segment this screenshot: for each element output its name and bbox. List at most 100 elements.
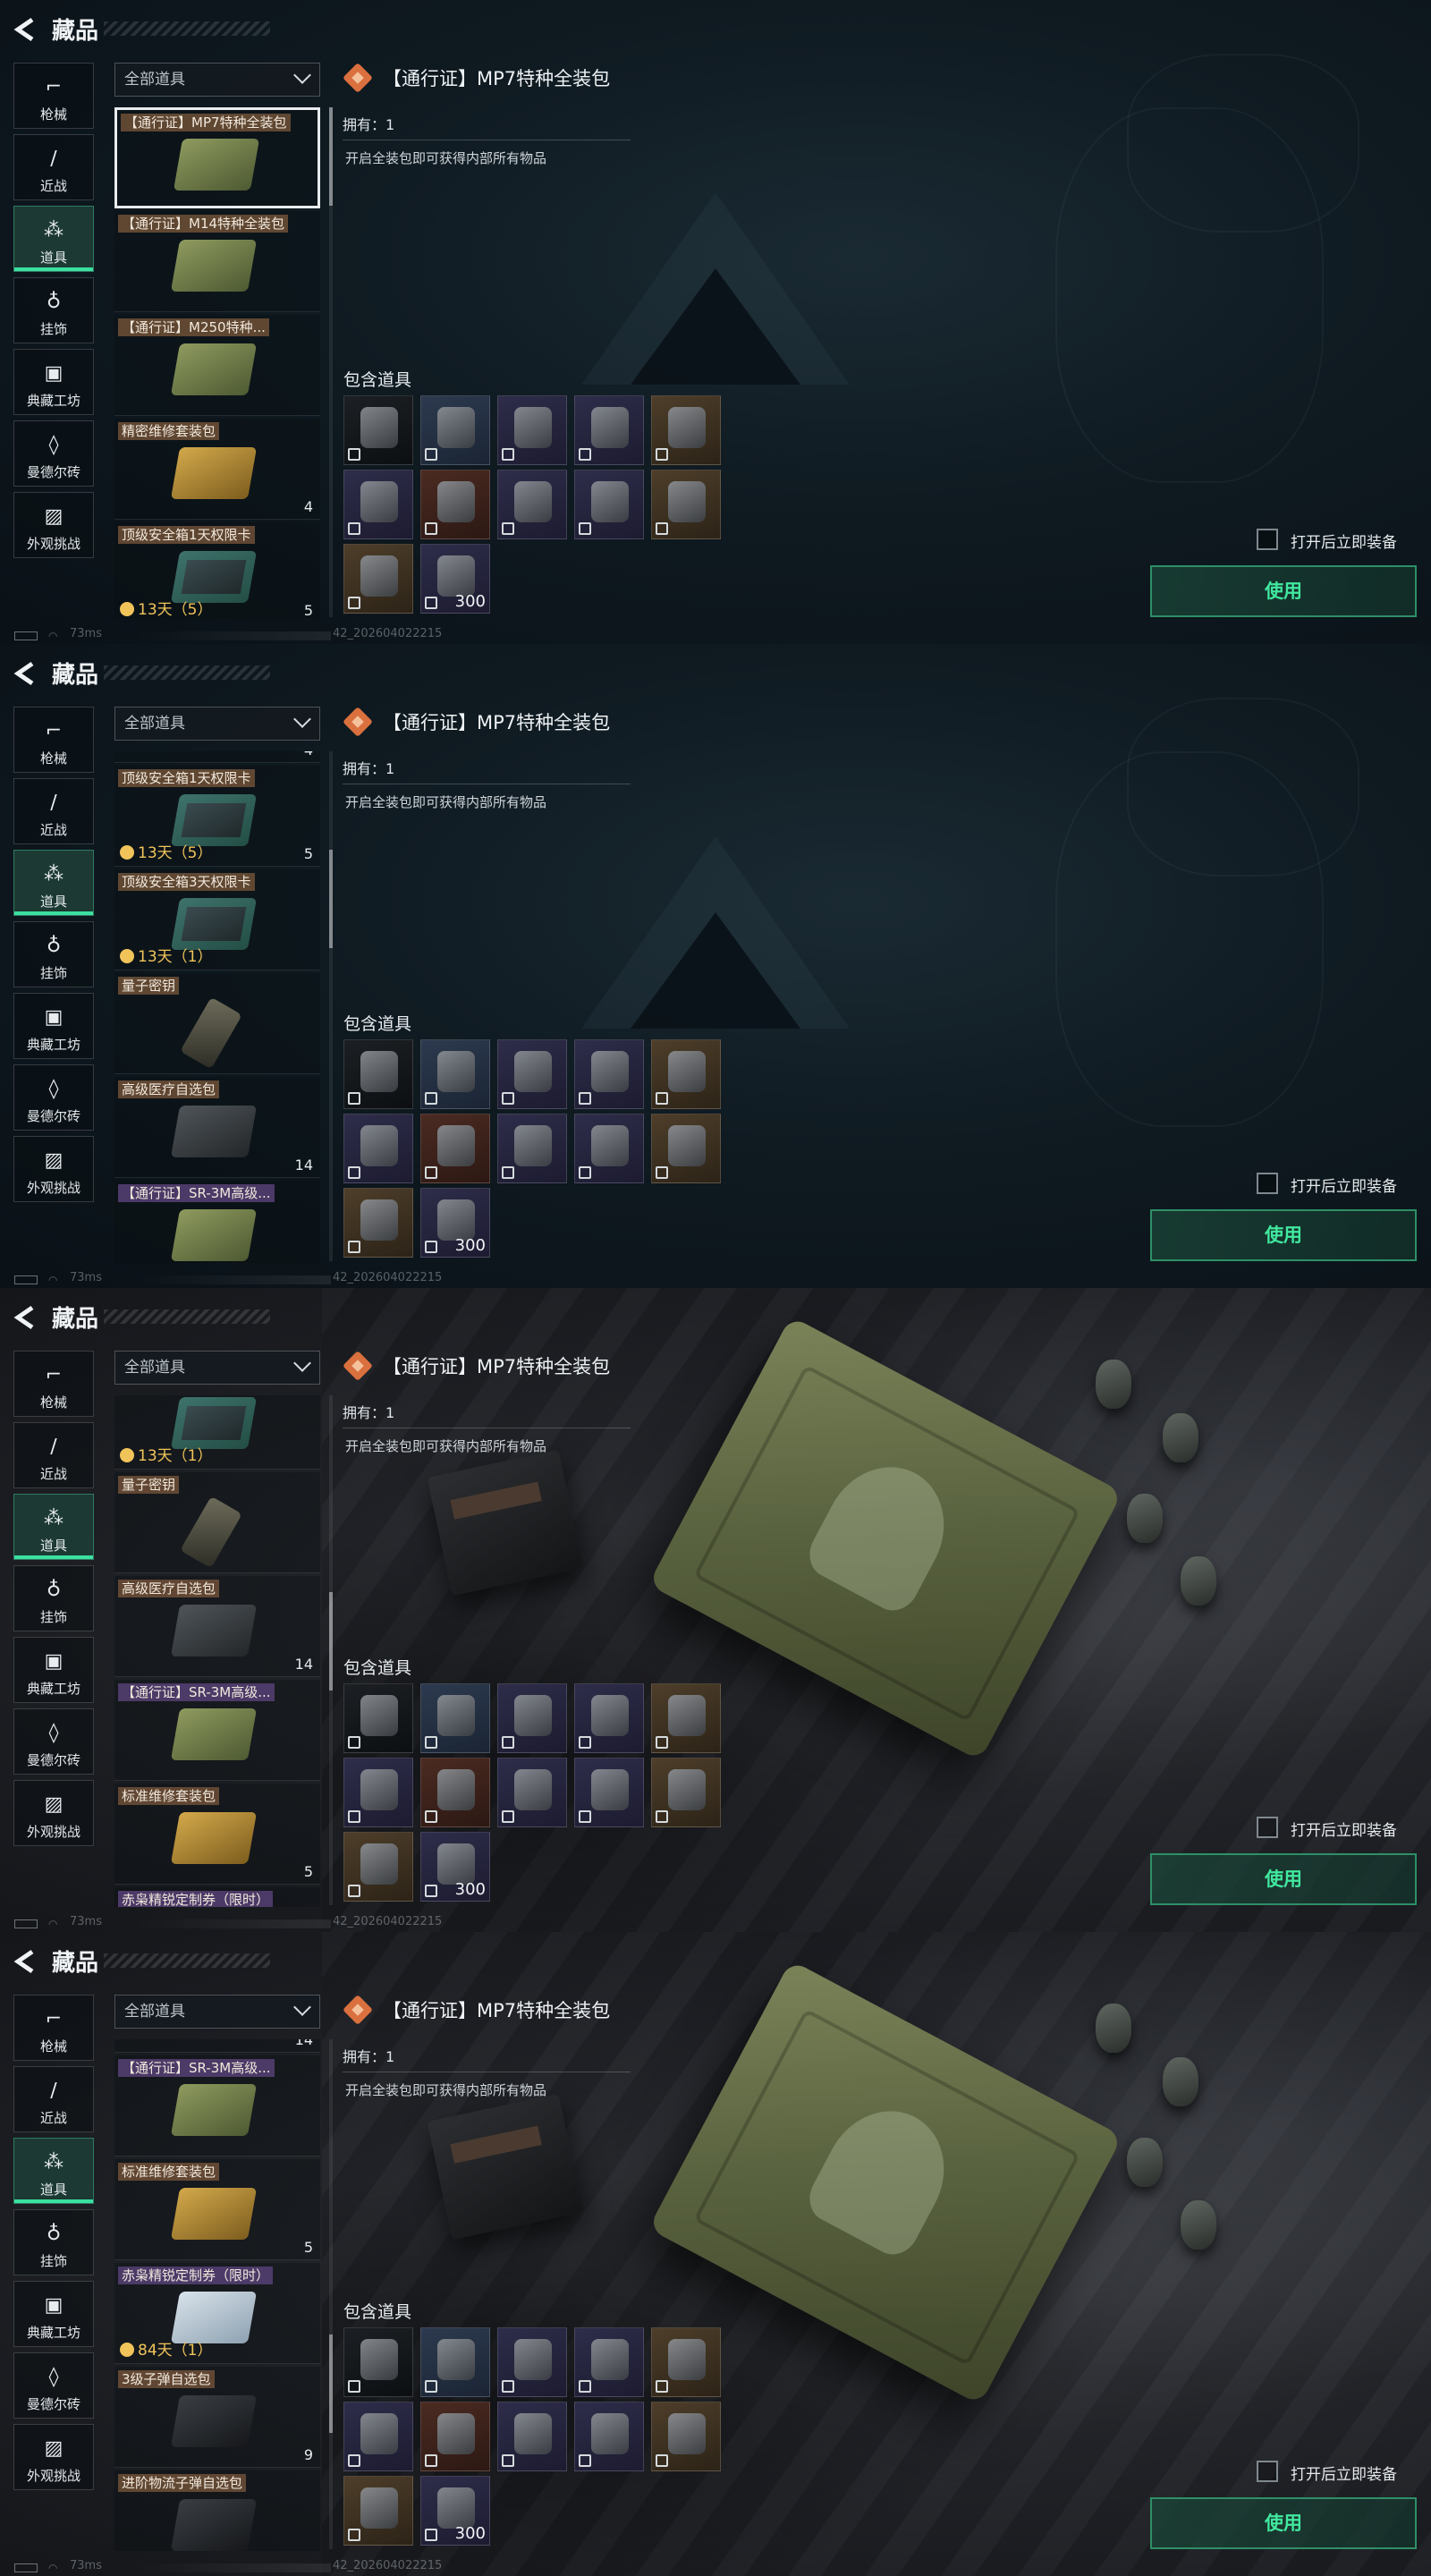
- sidebar-item-mandel-brick[interactable]: ◊ 曼德尔砖: [13, 420, 94, 487]
- content-slot[interactable]: [420, 1758, 490, 1827]
- sidebar-item-gun[interactable]: ⌐ 枪械: [13, 63, 94, 129]
- list-item[interactable]: 精密维修套装包4: [114, 419, 320, 520]
- auto-equip-checkbox[interactable]: [1257, 2461, 1278, 2482]
- list-item[interactable]: 精密维修套装包4: [114, 751, 320, 763]
- content-slot[interactable]: [343, 2402, 413, 2471]
- list-item[interactable]: 顶级安全箱1天权限卡 5 13天（5）: [114, 766, 320, 867]
- content-slot[interactable]: 300: [420, 1832, 490, 1902]
- content-slot[interactable]: [651, 1114, 721, 1183]
- content-slot[interactable]: [343, 1758, 413, 1827]
- content-slot[interactable]: [497, 470, 567, 539]
- back-arrow-icon[interactable]: [13, 1948, 39, 1975]
- list-item[interactable]: 【通行证】MP7特种全装包: [114, 107, 320, 208]
- list-item[interactable]: 量子密钥: [114, 1472, 320, 1573]
- auto-equip-checkbox[interactable]: [1257, 529, 1278, 550]
- content-slot[interactable]: [420, 2402, 490, 2471]
- use-button[interactable]: 使用: [1150, 1853, 1417, 1905]
- list-item[interactable]: 赤枭精锐定制券（限时）84天（1）: [114, 1887, 320, 1907]
- sidebar-item-gun[interactable]: ⌐ 枪械: [13, 1995, 94, 2061]
- content-slot[interactable]: [497, 395, 567, 465]
- sidebar-item-knife[interactable]: ∕ 近战: [13, 1422, 94, 1488]
- scrollbar-thumb[interactable]: [329, 1592, 333, 1690]
- sidebar-item-knife[interactable]: ∕ 近战: [13, 134, 94, 200]
- sidebar-item-charm[interactable]: ♁ 挂饰: [13, 1565, 94, 1631]
- sidebar-item-appearance-challenge[interactable]: ▨ 外观挑战: [13, 1136, 94, 1202]
- content-slot[interactable]: [497, 1758, 567, 1827]
- sidebar-item-mandel-brick[interactable]: ◊ 曼德尔砖: [13, 1064, 94, 1131]
- sidebar-item-gun[interactable]: ⌐ 枪械: [13, 1351, 94, 1417]
- back-arrow-icon[interactable]: [13, 660, 39, 687]
- content-slot[interactable]: [651, 2402, 721, 2471]
- content-slot[interactable]: [420, 2327, 490, 2397]
- sidebar-item-knife[interactable]: ∕ 近战: [13, 778, 94, 844]
- sidebar-item-appearance-challenge[interactable]: ▨ 外观挑战: [13, 1780, 94, 1846]
- sidebar-item-workshop[interactable]: ▣ 典藏工坊: [13, 349, 94, 415]
- list-item[interactable]: 高级医疗自选包14: [114, 1077, 320, 1178]
- content-slot[interactable]: [651, 395, 721, 465]
- auto-equip-checkbox[interactable]: [1257, 1173, 1278, 1194]
- sidebar-item-charm[interactable]: ♁ 挂饰: [13, 921, 94, 987]
- list-item[interactable]: 标准维修套装包 5: [114, 2159, 320, 2260]
- content-slot[interactable]: [420, 1114, 490, 1183]
- content-slot[interactable]: [420, 1683, 490, 1753]
- sidebar-item-mandel-brick[interactable]: ◊ 曼德尔砖: [13, 2352, 94, 2419]
- content-slot[interactable]: [651, 1039, 721, 1109]
- list-item[interactable]: 3级子弹自选包 9: [114, 2367, 320, 2468]
- content-slot[interactable]: 300: [420, 1188, 490, 1258]
- item-list[interactable]: 顶级安全箱3天权限卡13天（1） 量子密钥高级医疗自选包 14 【通行证】SR-3M高…: [114, 1395, 322, 1907]
- auto-equip-checkbox[interactable]: [1257, 1817, 1278, 1838]
- filter-dropdown[interactable]: 全部道具: [114, 63, 320, 97]
- list-item[interactable]: 赤枭精锐定制券（限时）84天（1）: [114, 2263, 320, 2364]
- scrollbar-thumb[interactable]: [329, 2334, 333, 2433]
- list-item[interactable]: 【通行证】SR-3M高级...: [114, 1181, 320, 1263]
- content-slot[interactable]: [497, 2327, 567, 2397]
- content-slot[interactable]: [497, 1114, 567, 1183]
- content-slot[interactable]: [343, 2327, 413, 2397]
- content-slot[interactable]: [497, 1039, 567, 1109]
- content-slot[interactable]: [651, 1683, 721, 1753]
- content-slot[interactable]: [343, 544, 413, 614]
- content-slot[interactable]: [420, 470, 490, 539]
- item-list[interactable]: 高级医疗自选包14 【通行证】SR-3M高级... 标准维修套装包 5 赤枭精锐定制券（…: [114, 2039, 322, 2551]
- content-slot[interactable]: [574, 2327, 644, 2397]
- content-slot[interactable]: [651, 2327, 721, 2397]
- sidebar-item-workshop[interactable]: ▣ 典藏工坊: [13, 1637, 94, 1703]
- list-item[interactable]: 【通行证】M14特种全装包: [114, 211, 320, 312]
- back-arrow-icon[interactable]: [13, 1304, 39, 1331]
- list-scrollbar[interactable]: [329, 751, 333, 1261]
- filter-dropdown[interactable]: 全部道具: [114, 707, 320, 741]
- sidebar-item-items[interactable]: ⁂ 道具: [13, 206, 94, 272]
- content-slot[interactable]: [343, 1832, 413, 1902]
- content-slot[interactable]: [343, 395, 413, 465]
- list-item[interactable]: 【通行证】M250特种...: [114, 315, 320, 416]
- list-item[interactable]: 标准维修套装包 5: [114, 1784, 320, 1885]
- list-scrollbar[interactable]: [329, 107, 333, 617]
- content-slot[interactable]: [343, 1188, 413, 1258]
- use-button[interactable]: 使用: [1150, 2497, 1417, 2549]
- content-slot[interactable]: [574, 470, 644, 539]
- content-slot[interactable]: 300: [420, 544, 490, 614]
- content-slot[interactable]: [574, 1039, 644, 1109]
- list-item[interactable]: 顶级安全箱3天权限卡13天（1）: [114, 869, 320, 970]
- sidebar-item-items[interactable]: ⁂ 道具: [13, 2138, 94, 2204]
- list-item[interactable]: 量子密钥: [114, 973, 320, 1074]
- scrollbar-thumb[interactable]: [329, 850, 333, 948]
- sidebar-item-charm[interactable]: ♁ 挂饰: [13, 2209, 94, 2275]
- item-list[interactable]: 【通行证】MP7特种全装包 【通行证】M14特种全装包 【通行证】M250特种...…: [114, 107, 322, 619]
- list-item[interactable]: 顶级安全箱3天权限卡13天（1）: [114, 1395, 320, 1470]
- sidebar-item-mandel-brick[interactable]: ◊ 曼德尔砖: [13, 1708, 94, 1775]
- content-slot[interactable]: [420, 1039, 490, 1109]
- content-slot[interactable]: [343, 1683, 413, 1753]
- list-item[interactable]: 高级医疗自选包14: [114, 2039, 320, 2053]
- sidebar-item-knife[interactable]: ∕ 近战: [13, 2066, 94, 2132]
- content-slot[interactable]: [574, 1683, 644, 1753]
- sidebar-item-appearance-challenge[interactable]: ▨ 外观挑战: [13, 2424, 94, 2490]
- content-slot[interactable]: [343, 1114, 413, 1183]
- content-slot[interactable]: [420, 395, 490, 465]
- list-scrollbar[interactable]: [329, 2039, 333, 2549]
- use-button[interactable]: 使用: [1150, 1209, 1417, 1261]
- item-list[interactable]: 精密维修套装包4 顶级安全箱1天权限卡 5 13天（5） 顶级安全箱3天权限卡 13天（1…: [114, 751, 322, 1263]
- filter-dropdown[interactable]: 全部道具: [114, 1351, 320, 1385]
- back-arrow-icon[interactable]: [13, 16, 39, 43]
- content-slot[interactable]: [343, 1039, 413, 1109]
